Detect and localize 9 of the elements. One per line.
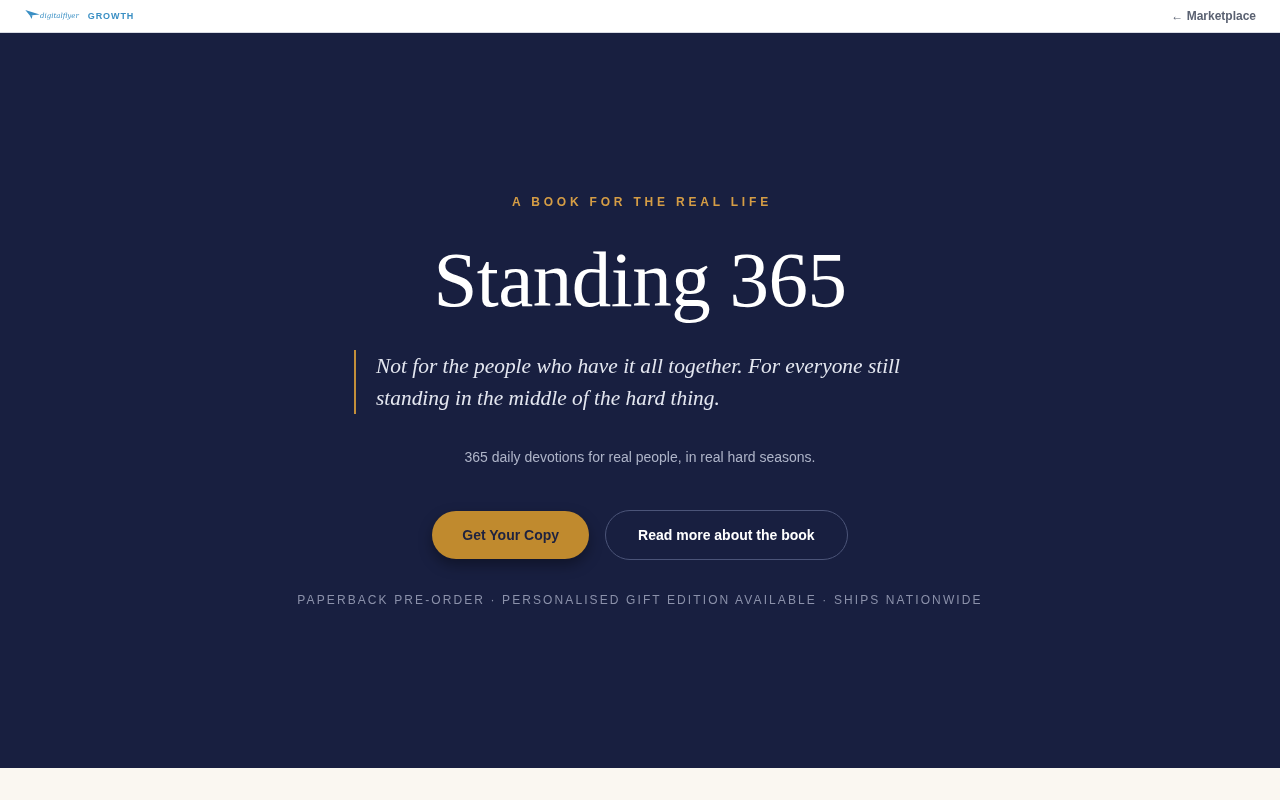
logo-label: GROWTH [87, 11, 135, 21]
eyebrow-text: A BOOK FOR THE REAL LIFE [512, 194, 772, 210]
marketplace-link[interactable]: ← Marketplace [1171, 9, 1256, 23]
read-more-button[interactable]: Read more about the book [605, 510, 848, 560]
quote-text: Not for the people who have it all together. For everyone still standing in the middle of the hard thing. [354, 350, 912, 414]
shipping-note: PAPERBACK PRE-ORDER · PERSONALISED GIFT EDITION AVAILABLE · SHIPS NATIONWIDE [297, 592, 983, 608]
subtitle-text: 365 daily devotions for real people, in real hard seasons. [464, 448, 816, 467]
get-copy-button[interactable]: Get Your Copy [432, 511, 590, 559]
paper-plane-icon [25, 9, 40, 19]
